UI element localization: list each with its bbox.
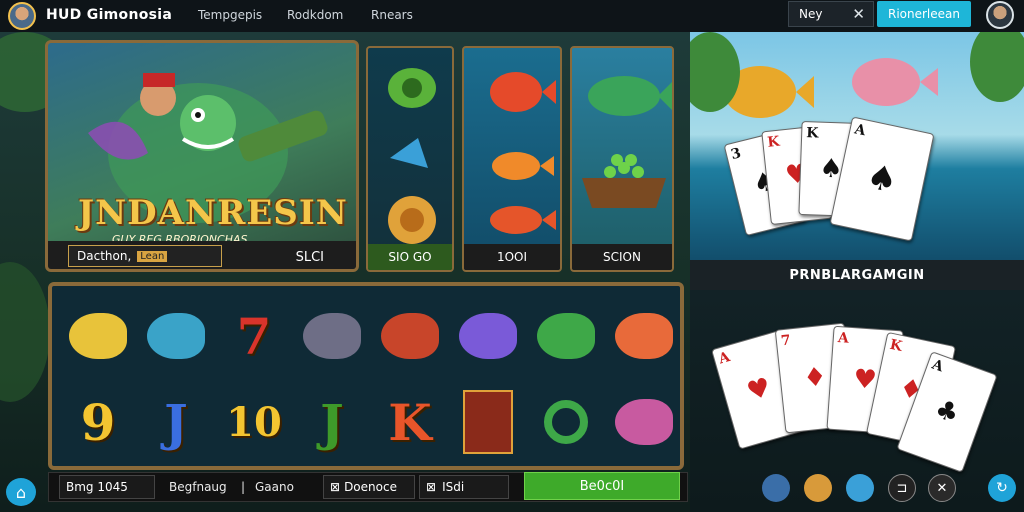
reel-symbol-king: K xyxy=(388,392,432,452)
stat-label: ISdi xyxy=(442,480,465,494)
right-panel-title: PRNBLARGAMGIN xyxy=(690,260,1024,290)
nav-item-3[interactable]: Rnears xyxy=(371,8,413,22)
game-chip-1[interactable] xyxy=(762,474,790,502)
reel-symbol-nine: 9 xyxy=(80,392,116,452)
reel-symbol-seven: 7 xyxy=(236,306,272,366)
card-bottom-2-suit: ♦ xyxy=(801,361,829,395)
tile-2-label: 1OOI xyxy=(464,244,560,270)
card-top-1-rank: 3 xyxy=(729,145,743,164)
reel-symbol-purple-fish xyxy=(452,294,524,378)
nav-item-2[interactable]: Rodkdom xyxy=(287,8,343,22)
hero-value: SLCI xyxy=(295,250,324,265)
game-chip-3[interactable] xyxy=(846,474,874,502)
control-divider: | xyxy=(241,480,246,494)
reel-symbol-jack: J xyxy=(164,392,188,452)
tile-3-label: SCION xyxy=(572,244,672,270)
card-bottom-1-rank: A xyxy=(716,349,732,368)
card-bottom-5-suit: ♣ xyxy=(930,393,964,431)
reel-symbol-pink-fish xyxy=(608,380,680,464)
tile-1-art xyxy=(388,68,436,244)
tile-2-art xyxy=(490,72,556,234)
hero-action-button[interactable]: Dacthon, Lean xyxy=(68,245,222,267)
card-top-3-rank: K xyxy=(805,125,819,142)
reel-symbol-pirate xyxy=(452,380,524,464)
brand-avatar[interactable] xyxy=(8,2,36,30)
card-bottom-4-rank: K xyxy=(888,336,904,355)
hero-banner[interactable]: JNDANRESIN GUY REG RBORIONCHAS Dacthon, … xyxy=(45,40,359,272)
game-tile-1[interactable]: SIO GO xyxy=(366,46,454,272)
nav-item-1[interactable]: Tempgepis xyxy=(198,8,262,22)
reel-symbol-red-fish xyxy=(374,294,446,378)
hero-button-tag: Lean xyxy=(137,250,168,262)
control-label-2[interactable]: Gaano xyxy=(255,480,294,494)
reel-symbol-green-fish xyxy=(530,294,602,378)
search-value: Ney xyxy=(799,7,823,21)
reel-symbol-green-chip xyxy=(530,380,602,464)
tile-1-label: SIO GO xyxy=(368,244,452,270)
card-bottom-2-rank: 7 xyxy=(780,332,792,350)
card-bottom-5-rank: A xyxy=(929,356,946,376)
exit-icon[interactable]: ⊐ xyxy=(888,474,916,502)
reel-symbol-ten: 10 xyxy=(226,398,282,446)
cta-button[interactable]: Rionerleean xyxy=(877,1,971,27)
reel-symbol-jack-green: J xyxy=(320,392,344,452)
close-icon[interactable]: ✕ xyxy=(852,5,865,23)
game-tile-2[interactable]: 1OOI xyxy=(462,46,562,272)
control-label-1[interactable]: Begfnaug xyxy=(169,480,227,494)
stat-button[interactable]: ⊠ ISdi xyxy=(419,475,509,499)
play-button[interactable]: Be0c0I xyxy=(524,472,680,500)
close-icon[interactable]: ✕ xyxy=(928,474,956,502)
hero-button-label: Dacthon, xyxy=(77,249,132,263)
card-top-4-rank: A xyxy=(853,121,868,140)
reel-symbol-yellow-fish xyxy=(62,294,134,378)
hero-title: JNDANRESIN xyxy=(78,193,348,233)
card-bottom-3-rank: A xyxy=(837,330,850,347)
card-top-2-rank: K xyxy=(766,133,781,151)
card-bottom-1-suit: ♥ xyxy=(743,372,775,408)
option-icon: ⊠ xyxy=(330,480,341,494)
bet-value: Bmg 1045 xyxy=(66,480,128,494)
card-top-4-suit: ♠ xyxy=(862,156,902,202)
top-bar: HUD Gimonosia Tempgepis Rodkdom Rnears N… xyxy=(0,0,1024,32)
help-icon[interactable]: ↻ xyxy=(988,474,1016,502)
tile-3-art xyxy=(582,76,672,208)
search-input[interactable]: Ney ✕ xyxy=(788,1,874,27)
stat-icon: ⊠ xyxy=(426,480,437,494)
option-button[interactable]: ⊠ Doenoce xyxy=(323,475,415,499)
right-scene-top: 3 ♠ K ♥ K ♠ A ♠ xyxy=(690,32,1024,260)
user-avatar[interactable] xyxy=(986,1,1014,29)
reel-symbol-orange-fish xyxy=(608,294,680,378)
bet-display[interactable]: Bmg 1045 xyxy=(59,475,155,499)
reel-symbol-grey-fish xyxy=(296,294,368,378)
game-chip-2[interactable] xyxy=(804,474,832,502)
game-tile-3[interactable]: SCION xyxy=(570,46,674,272)
slot-reels[interactable]: 7 9 J 10 J K xyxy=(48,282,684,470)
home-icon[interactable]: ⌂ xyxy=(6,478,36,506)
option-label: Doenoce xyxy=(344,480,397,494)
brand-title[interactable]: HUD Gimonosia xyxy=(46,7,172,23)
reel-symbol-blue-fish xyxy=(140,294,212,378)
